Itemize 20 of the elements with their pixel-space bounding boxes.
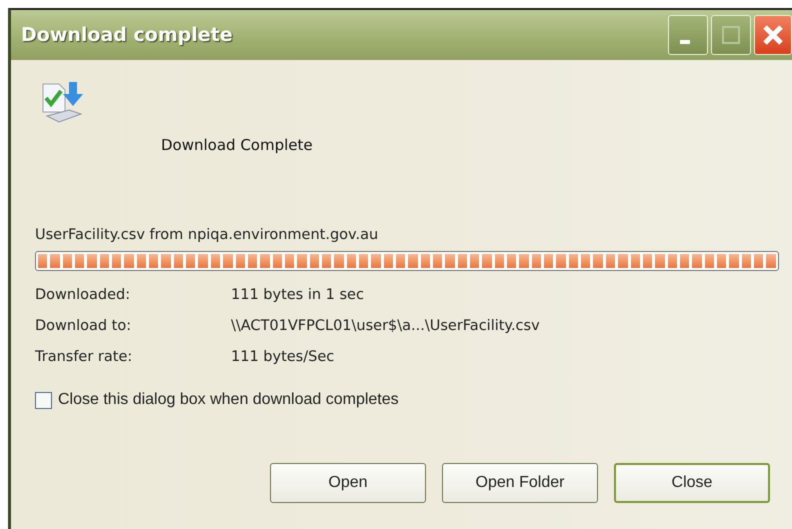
status-heading: Download Complete: [161, 136, 313, 154]
minimize-icon: [680, 40, 690, 44]
detail-value: 111 bytes in 1 sec: [231, 287, 365, 303]
dialog-button[interactable]: Open Folder: [442, 463, 598, 503]
checkbox-label[interactable]: Close this dialog box when download completes: [58, 391, 399, 409]
detail-label: Download to:: [35, 318, 132, 334]
detail-label: Transfer rate:: [35, 349, 134, 365]
dialog-button[interactable]: Close: [614, 463, 770, 503]
detail-label: Downloaded:: [35, 287, 132, 303]
checkbox[interactable]: [35, 392, 52, 408]
close-button[interactable]: [754, 15, 792, 55]
maximize-button[interactable]: [711, 15, 751, 55]
detail-value: \\ACT01VFPCL01\user$\a...\UserFacility.csv: [231, 318, 541, 334]
maximize-icon: [721, 25, 741, 45]
detail-value: 111 bytes/Sec: [231, 349, 336, 365]
minimize-button[interactable]: [668, 15, 708, 55]
window-title: Download complete: [21, 24, 233, 46]
close-icon: [761, 23, 785, 47]
dialog-button[interactable]: Open: [270, 463, 426, 503]
file-source-text: UserFacility.csv from npiqa.environment.gov.au: [35, 227, 380, 243]
